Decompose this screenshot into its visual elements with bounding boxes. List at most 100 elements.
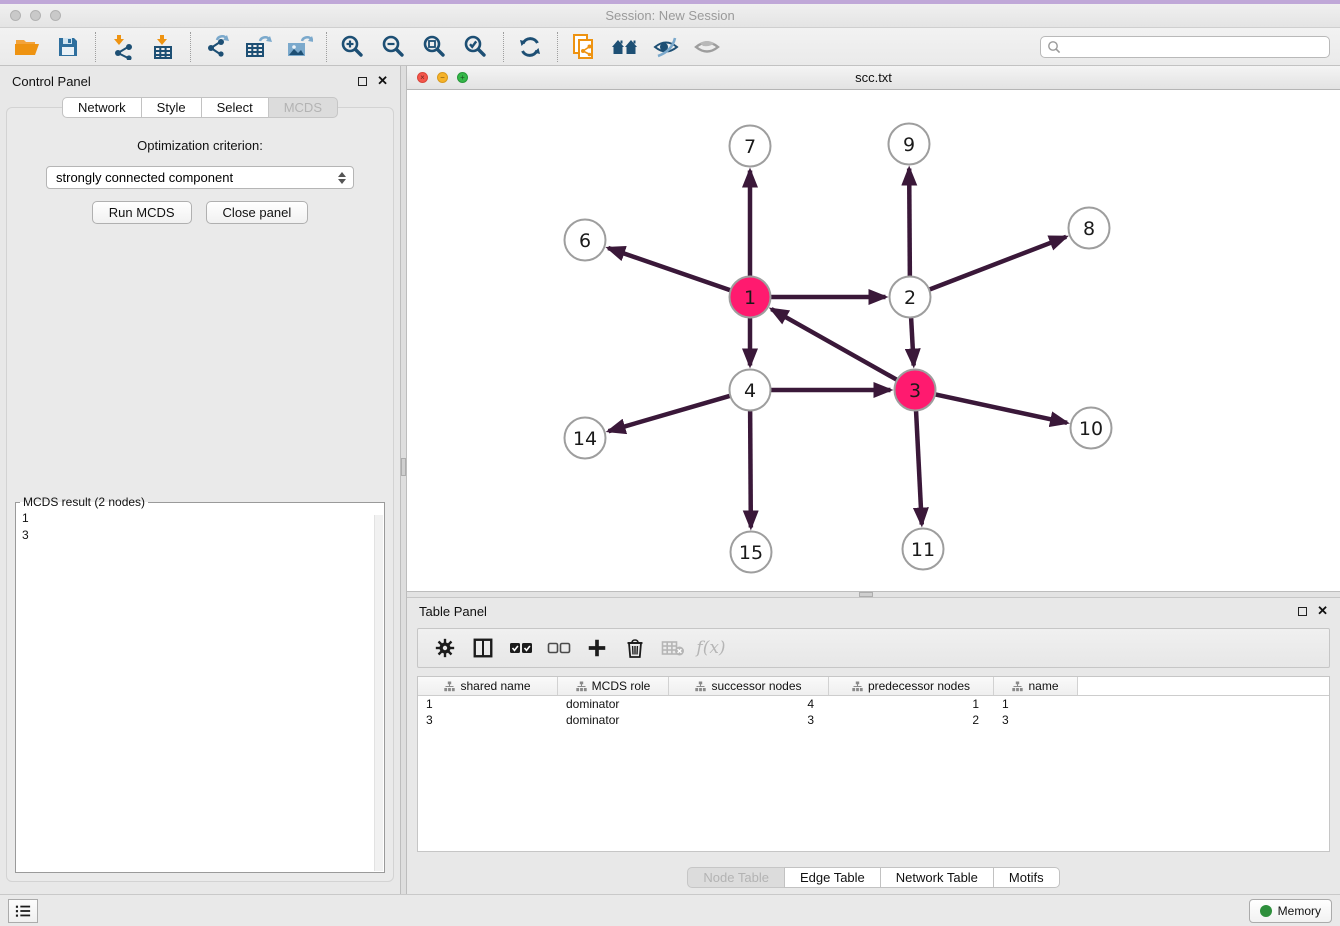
- graph-edge-3-10[interactable]: [933, 394, 1067, 423]
- column-header-MCDS-role[interactable]: MCDS role: [558, 677, 669, 695]
- create-column-button[interactable]: [582, 634, 612, 662]
- graph-edge-2-3[interactable]: [911, 315, 914, 365]
- node-table: shared nameMCDS rolesuccessor nodesprede…: [417, 676, 1330, 852]
- table-panel-title: Table Panel: [419, 604, 487, 619]
- table-row[interactable]: 3dominator323: [418, 712, 1329, 728]
- graph-edge-1-6[interactable]: [608, 248, 732, 291]
- task-history-button[interactable]: [8, 899, 38, 923]
- mcds-result-item: 3: [22, 527, 378, 544]
- mcds-result-box: MCDS result (2 nodes) 13: [15, 495, 385, 873]
- close-panel-icon[interactable]: ✕: [377, 76, 388, 86]
- import-table-icon: [150, 34, 176, 60]
- export-image-button[interactable]: [282, 32, 316, 62]
- hide-graphics-details-button[interactable]: [649, 32, 683, 62]
- export-network-icon: [204, 34, 230, 60]
- splitter-knob[interactable]: [859, 592, 873, 597]
- network-title: scc.txt: [407, 70, 1340, 85]
- main-toolbar: [0, 28, 1340, 66]
- open-session-button[interactable]: [10, 32, 44, 62]
- run-mcds-button[interactable]: Run MCDS: [92, 201, 192, 224]
- trash-icon: [625, 637, 645, 659]
- clone-network-button[interactable]: [567, 32, 601, 62]
- tab-network-table[interactable]: Network Table: [880, 867, 994, 888]
- graph-node-label: 7: [744, 136, 756, 158]
- cell-name[interactable]: 3: [994, 712, 1078, 728]
- result-scrollbar[interactable]: [374, 515, 383, 871]
- criterion-select[interactable]: strongly connected component: [46, 166, 354, 189]
- eye-slash-icon: [652, 35, 680, 59]
- plus-icon: [586, 637, 608, 659]
- column-header-name[interactable]: name: [994, 677, 1078, 695]
- cell-shared-name[interactable]: 1: [418, 696, 558, 712]
- export-network-button[interactable]: [200, 32, 234, 62]
- tab-mcds[interactable]: MCDS: [268, 97, 338, 118]
- tab-style[interactable]: Style: [141, 97, 202, 118]
- export-table-button[interactable]: [241, 32, 275, 62]
- show-graphics-details-button[interactable]: [690, 32, 724, 62]
- apply-layout-button[interactable]: [513, 32, 547, 62]
- tab-motifs[interactable]: Motifs: [993, 867, 1060, 888]
- graph-edge-3-11[interactable]: [916, 408, 922, 524]
- cell-name[interactable]: 1: [994, 696, 1078, 712]
- zoom-selected-button[interactable]: [459, 32, 493, 62]
- graph-edge-4-14[interactable]: [609, 395, 733, 431]
- network-overview-button[interactable]: [608, 32, 642, 62]
- import-table-button[interactable]: [146, 32, 180, 62]
- unselect-all-columns-button[interactable]: [544, 634, 574, 662]
- mcds-result-list: 13: [16, 509, 384, 545]
- graph-node-label: 6: [579, 230, 591, 252]
- search-input[interactable]: [1061, 39, 1323, 54]
- cell-MCDS-role[interactable]: dominator: [558, 696, 669, 712]
- graph-node-label: 11: [911, 539, 935, 561]
- column-header-shared-name[interactable]: shared name: [418, 677, 558, 695]
- graph-edge-2-9[interactable]: [909, 168, 910, 278]
- criterion-select-value: strongly connected component: [56, 170, 233, 185]
- splitter-knob[interactable]: [401, 458, 406, 476]
- graph-node-label: 8: [1083, 218, 1095, 240]
- graph-edge-2-8[interactable]: [927, 237, 1066, 291]
- houses-icon: [610, 35, 640, 59]
- float-panel-icon[interactable]: [1298, 607, 1307, 616]
- import-network-button[interactable]: [105, 32, 139, 62]
- unchecked-boxes-icon: [547, 640, 571, 656]
- vertical-splitter[interactable]: [400, 66, 407, 894]
- save-session-button[interactable]: [51, 32, 85, 62]
- network-graph[interactable]: 7968124314101511: [407, 90, 1340, 586]
- table-header-row: shared nameMCDS rolesuccessor nodesprede…: [418, 677, 1329, 696]
- cell-MCDS-role[interactable]: dominator: [558, 712, 669, 728]
- tab-edge-table[interactable]: Edge Table: [784, 867, 881, 888]
- columns-icon: [472, 637, 494, 659]
- select-all-columns-button[interactable]: [506, 634, 536, 662]
- graph-edge-4-15[interactable]: [750, 408, 751, 527]
- graph-edge-3-1[interactable]: [771, 309, 899, 381]
- show-column-button[interactable]: [468, 634, 498, 662]
- table-settings-button[interactable]: [430, 634, 460, 662]
- graph-node-label: 3: [909, 380, 921, 402]
- delete-table-button[interactable]: [658, 634, 688, 662]
- application-window: Session: New Session: [0, 0, 1340, 926]
- delete-column-button[interactable]: [620, 634, 650, 662]
- cell-successor-nodes[interactable]: 4: [669, 696, 829, 712]
- tab-select[interactable]: Select: [201, 97, 269, 118]
- cell-successor-nodes[interactable]: 3: [669, 712, 829, 728]
- tab-network[interactable]: Network: [62, 97, 142, 118]
- column-header-predecessor-nodes[interactable]: predecessor nodes: [829, 677, 994, 695]
- network-canvas[interactable]: 7968124314101511: [407, 90, 1340, 591]
- tab-node-table[interactable]: Node Table: [687, 867, 785, 888]
- cell-predecessor-nodes[interactable]: 1: [829, 696, 994, 712]
- memory-button[interactable]: Memory: [1249, 899, 1332, 923]
- function-builder-button[interactable]: f(x): [696, 634, 726, 662]
- memory-status-icon: [1260, 905, 1272, 917]
- graph-node-label: 14: [573, 428, 597, 450]
- zoom-out-button[interactable]: [377, 32, 411, 62]
- zoom-fit-button[interactable]: [418, 32, 452, 62]
- float-panel-icon[interactable]: [358, 77, 367, 86]
- close-panel-button[interactable]: Close panel: [206, 201, 309, 224]
- close-panel-icon[interactable]: ✕: [1317, 606, 1328, 616]
- network-titlebar: × − + scc.txt: [407, 66, 1340, 90]
- column-header-successor-nodes[interactable]: successor nodes: [669, 677, 829, 695]
- table-row[interactable]: 1dominator411: [418, 696, 1329, 712]
- cell-shared-name[interactable]: 3: [418, 712, 558, 728]
- cell-predecessor-nodes[interactable]: 2: [829, 712, 994, 728]
- zoom-in-button[interactable]: [336, 32, 370, 62]
